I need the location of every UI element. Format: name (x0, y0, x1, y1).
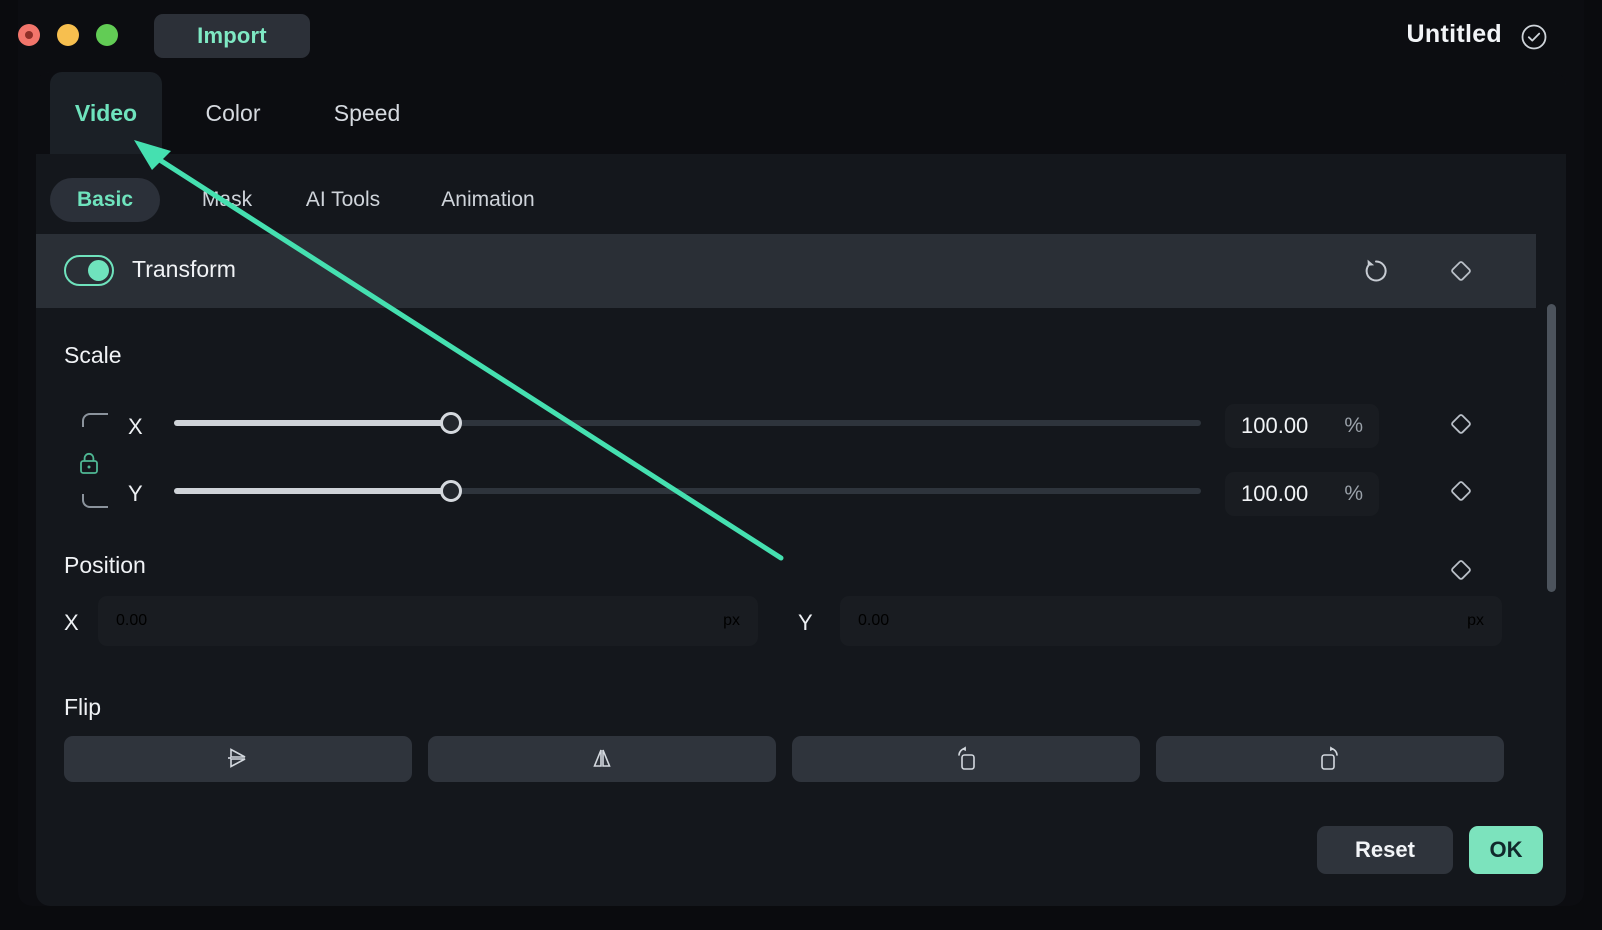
subtab-animation-label: Animation (441, 188, 535, 211)
rotate-counterclockwise-button[interactable] (792, 736, 1140, 782)
scale-link-bracket-bottom (82, 494, 108, 508)
subtab-mask-label: Mask (201, 188, 253, 211)
import-button[interactable]: Import (154, 14, 310, 58)
rotate-clockwise-button[interactable] (1156, 736, 1504, 782)
close-window-button[interactable] (18, 24, 40, 46)
scale-y-slider-fill (174, 488, 452, 494)
window-controls (18, 24, 118, 46)
lock-closed-icon[interactable] (76, 450, 102, 476)
tab-video[interactable]: Video (50, 72, 162, 154)
position-y-axis-label: Y (798, 610, 813, 635)
scale-link-bracket-top (82, 413, 108, 427)
page-title: Untitled (1406, 20, 1502, 48)
position-section-title: Position (64, 552, 146, 578)
rotate-clockwise-icon (1315, 743, 1345, 776)
transform-section-header: Transform (36, 234, 1536, 308)
position-y-value: 0.00 (858, 612, 890, 629)
scale-x-slider-fill (174, 420, 452, 426)
subtab-basic-label: Basic (76, 188, 134, 211)
scale-y-input[interactable]: 100.00 % (1225, 472, 1379, 516)
scale-section-title: Scale (64, 342, 122, 368)
toggle-knob (88, 260, 109, 281)
rotate-counterclockwise-icon (951, 743, 981, 776)
diamond-keyframe-icon-scale-x[interactable] (1448, 411, 1474, 437)
scale-y-axis-label: Y (128, 481, 143, 506)
transform-label: Transform (132, 256, 236, 282)
subtab-ai-tools-label: AI Tools (305, 188, 381, 211)
flip-horizontal-button[interactable] (428, 736, 776, 782)
scale-x-value: 100.00 (1241, 413, 1309, 438)
scale-x-unit: % (1344, 414, 1363, 437)
app-root: Import Untitled Video Color Speed Basic … (0, 0, 1602, 930)
minimize-window-button[interactable] (57, 24, 79, 46)
flip-vertical-button[interactable] (64, 736, 412, 782)
position-y-input[interactable]: 0.00 px (840, 596, 1502, 646)
scale-y-slider[interactable] (174, 480, 1201, 502)
main-tabbar: Video Color Speed (36, 72, 1566, 154)
scale-y-slider-thumb[interactable] (440, 480, 463, 502)
scale-x-slider-thumb[interactable] (440, 412, 463, 434)
position-x-unit: px (723, 612, 740, 629)
properties-panel: Video Color Speed Basic Mask AI Tools An… (36, 72, 1566, 906)
panel-scrollbar-thumb[interactable] (1547, 304, 1556, 592)
position-x-axis-label: X (64, 610, 79, 635)
scale-x-slider[interactable] (174, 412, 1201, 434)
scale-y-value: 100.00 (1241, 481, 1309, 506)
tab-color[interactable]: Color (180, 72, 286, 154)
flip-horizontal-icon (588, 744, 616, 775)
maximize-window-button[interactable] (96, 24, 118, 46)
title-bar: Import Untitled (18, 0, 1584, 72)
scale-x-input[interactable]: 100.00 % (1225, 404, 1379, 448)
reset-circular-arrow-icon[interactable] (1361, 256, 1391, 286)
diamond-keyframe-icon-scale-y[interactable] (1448, 478, 1474, 504)
diamond-keyframe-icon-position[interactable] (1448, 557, 1474, 583)
tab-speed[interactable]: Speed (308, 72, 426, 154)
position-y-unit: px (1467, 612, 1484, 629)
reset-button[interactable]: Reset (1317, 826, 1453, 874)
tab-speed-label: Speed (333, 99, 401, 126)
subtab-mask[interactable]: Mask (184, 178, 270, 222)
subtab-basic[interactable]: Basic (50, 178, 160, 222)
transform-toggle[interactable] (64, 255, 114, 286)
diamond-keyframe-icon-transform[interactable] (1448, 258, 1474, 284)
scale-y-unit: % (1344, 482, 1363, 505)
flip-vertical-icon (224, 744, 252, 775)
ok-button[interactable]: OK (1469, 826, 1543, 874)
scale-x-axis-label: X (128, 414, 143, 439)
tab-color-label: Color (205, 99, 261, 126)
app-window: Import Untitled Video Color Speed Basic … (18, 0, 1584, 906)
flip-section-title: Flip (64, 694, 102, 720)
subtab-animation[interactable]: Animation (418, 178, 558, 222)
tab-video-label: Video (74, 99, 138, 126)
position-x-input[interactable]: 0.00 px (98, 596, 758, 646)
subtab-ai-tools[interactable]: AI Tools (284, 178, 402, 222)
sub-tabbar: Basic Mask AI Tools Animation (36, 154, 1566, 234)
check-circle-icon[interactable] (1520, 23, 1548, 51)
position-x-value: 0.00 (116, 612, 148, 629)
